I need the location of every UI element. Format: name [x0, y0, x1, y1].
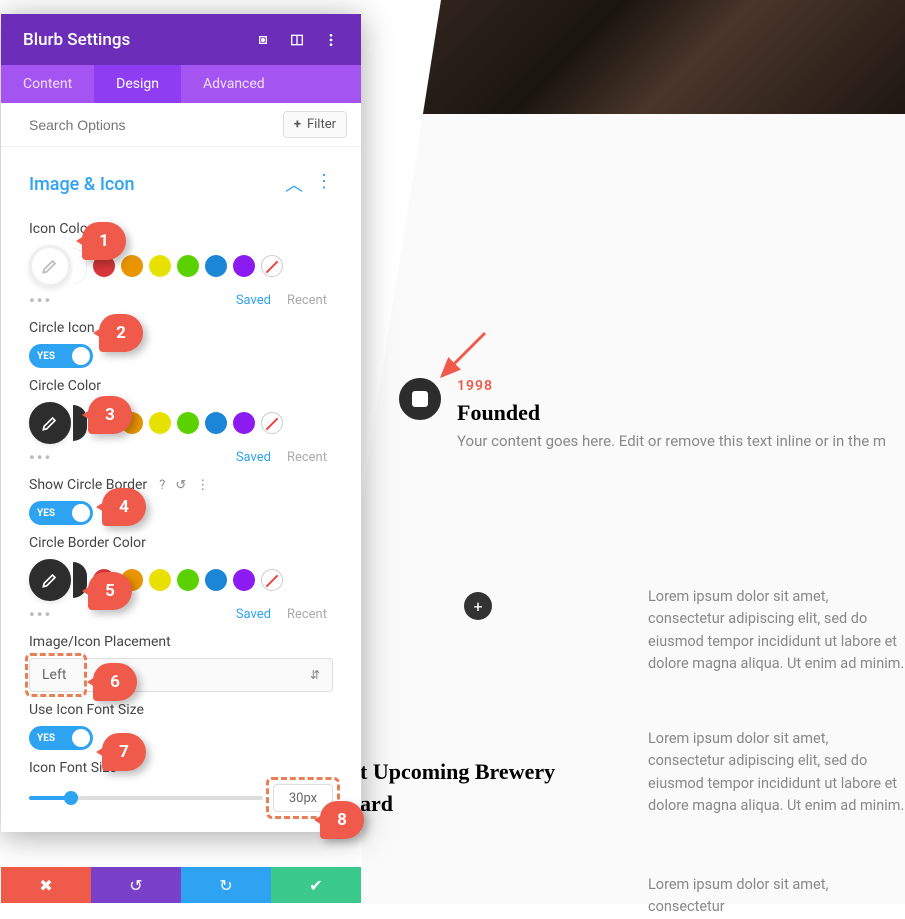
swatch-none[interactable]: [261, 412, 283, 434]
swatch-green[interactable]: [177, 255, 199, 277]
add-module-button[interactable]: +: [464, 592, 492, 620]
swatch-orange[interactable]: [121, 569, 143, 591]
more-swatches-icon[interactable]: •••: [29, 448, 52, 467]
saved-link[interactable]: Saved: [236, 607, 271, 622]
panel-header: Blurb Settings: [1, 14, 361, 65]
saved-link[interactable]: Saved: [236, 450, 271, 465]
label-icon-color: Icon Color: [29, 221, 333, 237]
filter-button[interactable]: +Filter: [283, 111, 347, 138]
stop-icon: [412, 391, 428, 407]
swatch-purple[interactable]: [233, 255, 255, 277]
label-icon-font-size: Icon Font Size: [29, 760, 333, 776]
label-circle-border-color: Circle Border Color: [29, 535, 333, 551]
swatch-yellow[interactable]: [149, 412, 171, 434]
tab-advanced[interactable]: Advanced: [181, 65, 287, 103]
annotation-arrow: [430, 328, 490, 388]
confirm-button[interactable]: ✔: [271, 867, 361, 903]
circle-border-color-swatches: [29, 559, 333, 601]
color-picker-button[interactable]: [29, 559, 71, 601]
label-circle-color: Circle Color: [29, 378, 333, 394]
lorem-paragraph: Lorem ipsum dolor sit amet, consectetur …: [648, 586, 905, 676]
help-icon[interactable]: ?: [159, 478, 165, 493]
search-row: +Filter: [1, 103, 361, 147]
tab-bar: Content Design Advanced: [1, 65, 361, 103]
swatch-blue[interactable]: [205, 412, 227, 434]
lorem-paragraph: Lorem ipsum dolor sit amet, consectetur …: [648, 728, 905, 818]
icon-font-size-value[interactable]: 30px: [273, 784, 333, 812]
hero-image: [362, 0, 905, 114]
tab-design[interactable]: Design: [94, 65, 181, 103]
tab-content[interactable]: Content: [1, 65, 94, 103]
icon-font-size-slider[interactable]: [29, 796, 263, 800]
color-picker-button[interactable]: [29, 245, 71, 287]
section-header[interactable]: Image & Icon ︿⋮: [29, 161, 333, 211]
swatch-orange[interactable]: [121, 255, 143, 277]
swatch-red[interactable]: [93, 255, 115, 277]
more-swatches-icon[interactable]: •••: [29, 605, 52, 624]
swatch-purple[interactable]: [233, 569, 255, 591]
recent-link[interactable]: Recent: [287, 293, 327, 308]
recent-link[interactable]: Recent: [287, 450, 327, 465]
swatch-orange[interactable]: [121, 412, 143, 434]
search-input[interactable]: [29, 117, 283, 133]
swatch-red[interactable]: [93, 569, 115, 591]
toggle-show-circle-border[interactable]: YES: [29, 501, 93, 525]
more-icon[interactable]: [323, 32, 339, 48]
label-circle-icon: Circle Icon: [29, 320, 333, 336]
label-use-icon-font-size: Use Icon Font Size: [29, 702, 333, 718]
chevron-down-icon: ⇵: [310, 668, 320, 682]
blurb-module[interactable]: 1998 Founded Your content goes here. Edi…: [399, 378, 886, 450]
section-image-icon: Image & Icon ︿⋮ Icon Color •••SavedRecen…: [1, 147, 361, 812]
label-placement: Image/Icon Placement: [29, 634, 333, 650]
recent-link[interactable]: Recent: [287, 607, 327, 622]
swatch-purple[interactable]: [233, 412, 255, 434]
plus-icon: +: [294, 117, 301, 132]
settings-panel: Blurb Settings Content Design Advanced +…: [1, 14, 361, 832]
blurb-year: 1998: [457, 378, 886, 394]
chevron-up-icon[interactable]: ︿: [285, 171, 303, 197]
swatch-green[interactable]: [177, 412, 199, 434]
field-more-icon[interactable]: ⋮: [196, 478, 209, 493]
icon-font-size-slider-row: 30px: [29, 784, 333, 812]
swatch-red[interactable]: [93, 412, 115, 434]
toggle-circle-icon[interactable]: YES: [29, 344, 93, 368]
more-swatches-icon[interactable]: •••: [29, 291, 52, 310]
undo-button[interactable]: ↺: [91, 867, 181, 903]
columns-icon[interactable]: [289, 32, 305, 48]
toggle-use-icon-font-size[interactable]: YES: [29, 726, 93, 750]
panel-title: Blurb Settings: [23, 30, 255, 50]
expand-icon[interactable]: [255, 32, 271, 48]
redo-button[interactable]: ↻: [181, 867, 271, 903]
section-more-icon[interactable]: ⋮: [315, 171, 333, 197]
swatch-yellow[interactable]: [149, 255, 171, 277]
swatch-yellow[interactable]: [149, 569, 171, 591]
swatch-none[interactable]: [261, 255, 283, 277]
swatch-green[interactable]: [177, 569, 199, 591]
swatch-blue[interactable]: [205, 255, 227, 277]
label-show-circle-border: Show Circle Border ?↺⋮: [29, 477, 333, 493]
blurb-heading: Founded: [457, 400, 886, 426]
blurb-body: Your content goes here. Edit or remove t…: [457, 432, 886, 450]
swatch-blue[interactable]: [205, 569, 227, 591]
reset-icon[interactable]: ↺: [175, 478, 186, 493]
panel-footer: ✖ ↺ ↻ ✔: [1, 867, 361, 903]
swatch-none[interactable]: [261, 569, 283, 591]
placement-select[interactable]: Left⇵: [29, 658, 333, 692]
cancel-button[interactable]: ✖: [1, 867, 91, 903]
award-heading: t Upcoming Brewery ard: [360, 756, 555, 820]
icon-color-swatches: [29, 245, 333, 287]
lorem-paragraph: Lorem ipsum dolor sit amet, consectetur: [648, 874, 905, 919]
color-picker-button[interactable]: [29, 402, 71, 444]
saved-link[interactable]: Saved: [236, 293, 271, 308]
circle-color-swatches: [29, 402, 333, 444]
